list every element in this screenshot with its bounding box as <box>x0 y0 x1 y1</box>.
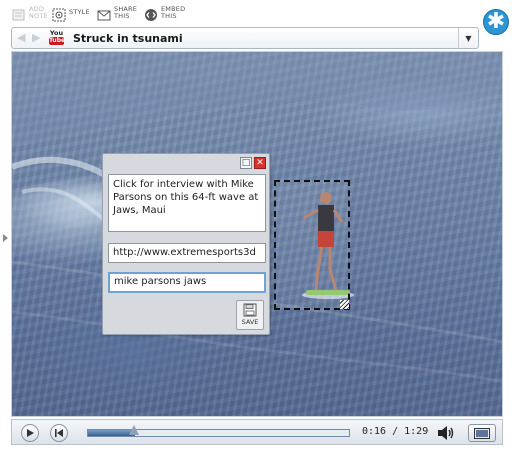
style-label: STYLE <box>69 8 90 16</box>
play-button[interactable] <box>21 424 39 442</box>
youtube-logo-tube: Tube <box>49 37 66 45</box>
maximize-button[interactable]: □ <box>240 157 252 169</box>
embed-label: EMBED THIS <box>161 5 186 20</box>
share-icon <box>97 10 111 21</box>
title-bar: ◀ ▶ You Tube Struck in tsunami ▼ <box>11 27 479 49</box>
fullscreen-icon <box>474 427 490 439</box>
style-button[interactable]: STYLE <box>52 8 90 22</box>
add-note-icon <box>12 9 25 21</box>
youtube-logo-you: You <box>49 29 64 37</box>
progress-handle[interactable] <box>129 425 140 435</box>
share-button[interactable]: SHARE THIS <box>97 6 137 22</box>
resize-handle[interactable] <box>340 300 349 309</box>
play-icon <box>27 429 34 437</box>
rewind-icon <box>55 429 63 437</box>
embed-icon <box>145 9 157 21</box>
youtube-logo: You Tube <box>49 29 66 46</box>
share-label: SHARE THIS <box>114 5 138 20</box>
volume-icon[interactable] <box>437 425 455 441</box>
close-icon: ✕ <box>256 157 264 168</box>
annotation-note-panel: □ ✕ Click for interview with Mike Parson… <box>102 153 270 335</box>
brand-logo[interactable]: ✱ <box>483 9 509 35</box>
add-note-label: ADD NOTE <box>29 5 48 20</box>
style-icon <box>52 8 66 22</box>
add-note-button[interactable]: ADD NOTE <box>12 6 48 22</box>
time-display: 0:16 / 1:29 <box>362 426 429 437</box>
title-dropdown-button[interactable]: ▼ <box>458 28 478 48</box>
forward-arrow-icon[interactable]: ▶ <box>32 31 40 44</box>
video-title: Struck in tsunami <box>73 32 183 45</box>
fullscreen-button[interactable] <box>468 424 496 442</box>
progress-bar[interactable] <box>87 429 350 437</box>
note-hotspot-box[interactable] <box>274 180 350 310</box>
back-arrow-icon[interactable]: ◀ <box>17 31 25 44</box>
save-button[interactable]: SAVE <box>236 300 264 330</box>
embed-button[interactable]: EMBED THIS <box>144 6 185 22</box>
close-button[interactable]: ✕ <box>254 157 266 169</box>
note-tags-field[interactable]: mike parsons jaws <box>108 272 266 293</box>
rewind-button[interactable] <box>50 424 68 442</box>
save-icon <box>243 303 257 317</box>
note-url-field[interactable]: http://www.extremesports3d <box>108 243 266 263</box>
chevron-down-icon: ▼ <box>465 33 472 43</box>
asterisk-icon: ✱ <box>486 9 506 34</box>
video-widget: ADD NOTE STYLE SHARE THIS EMBED THIS ✱ ◀… <box>0 0 514 451</box>
maximize-icon: □ <box>241 157 251 168</box>
progress-fill <box>88 430 135 436</box>
player-controls: 0:16 / 1:29 <box>11 419 503 445</box>
save-label: SAVE <box>241 318 259 326</box>
note-text-field[interactable]: Click for interview with Mike Parsons on… <box>108 174 266 232</box>
side-panel-toggle-icon[interactable] <box>3 234 8 242</box>
